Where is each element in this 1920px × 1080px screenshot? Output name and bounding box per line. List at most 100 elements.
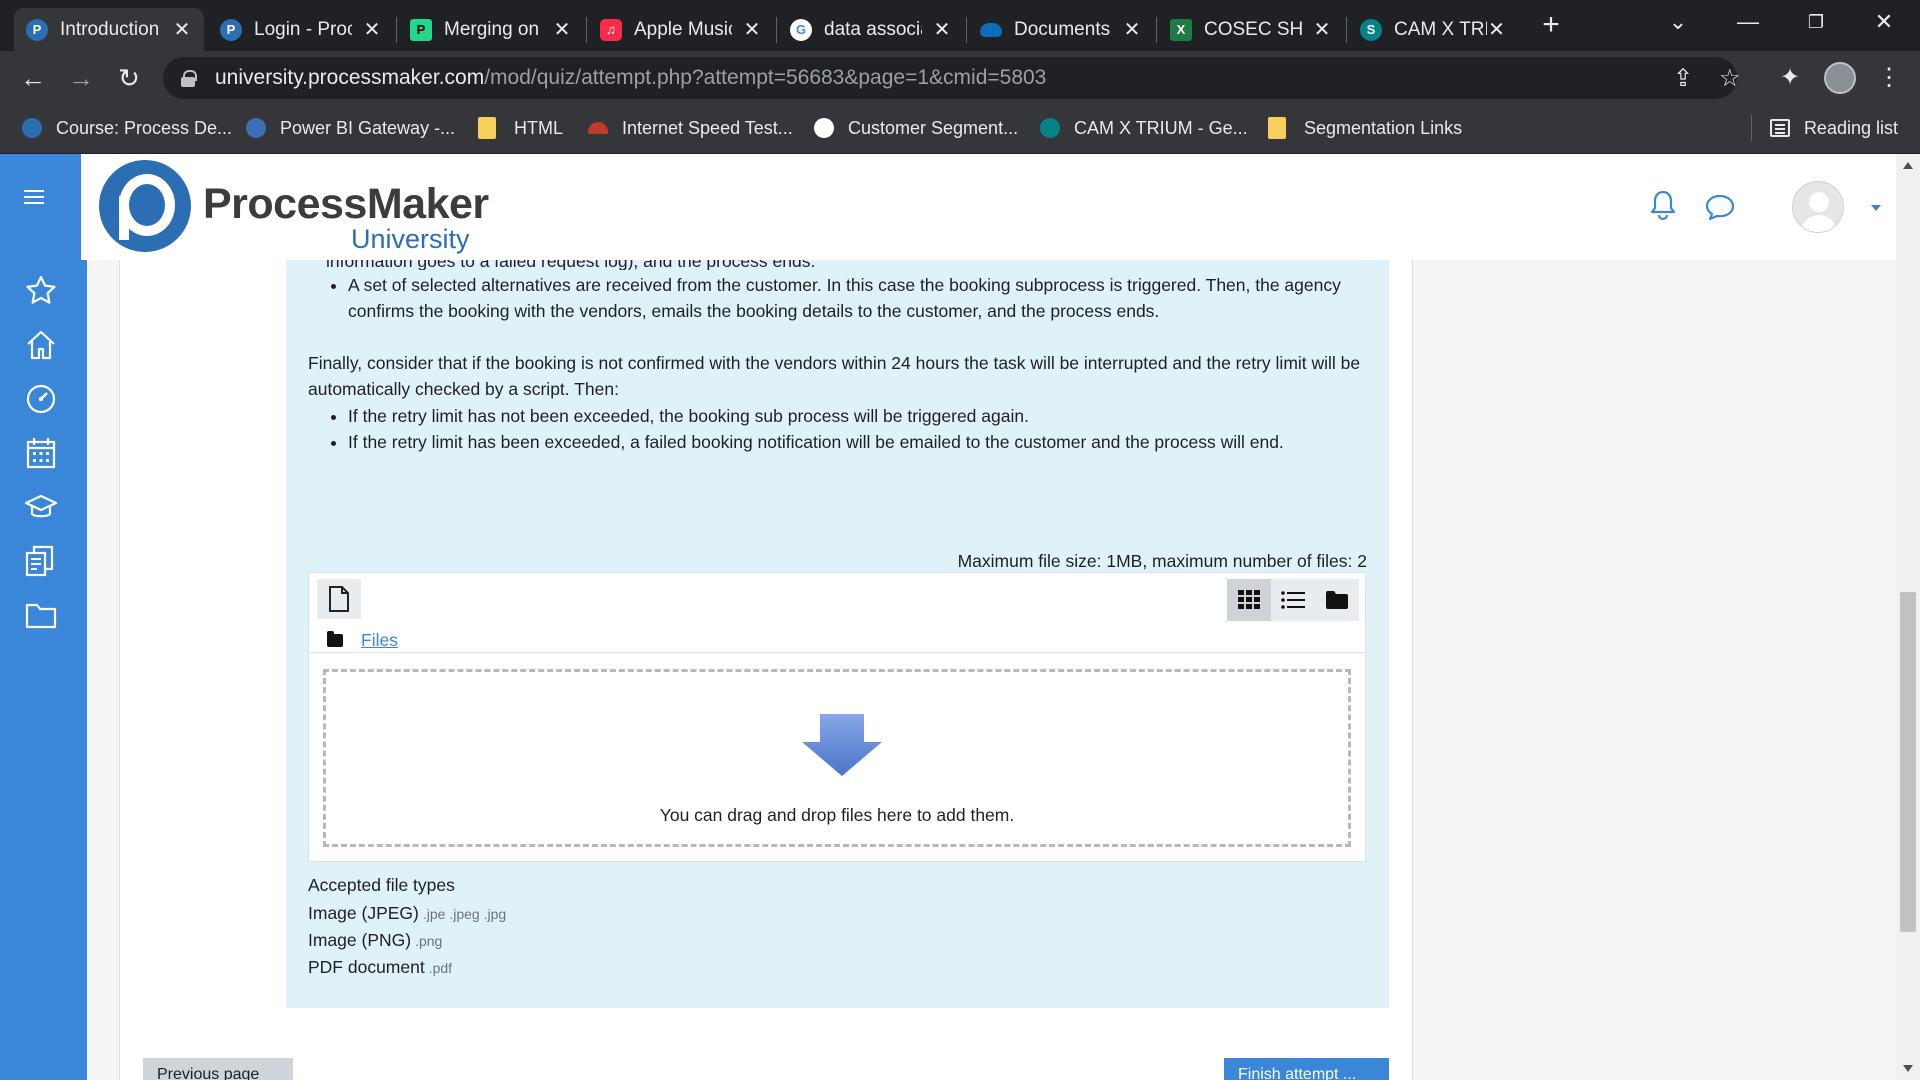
sharepoint-icon: S <box>1360 18 1382 41</box>
list-item: If the retry limit has been exceeded, a … <box>348 429 1368 455</box>
add-file-button[interactable] <box>317 579 361 619</box>
user-avatar[interactable] <box>1792 181 1844 233</box>
finally-paragraph: Finally, consider that if the booking is… <box>308 353 1361 399</box>
folder-icon <box>1326 591 1348 609</box>
folder-icon <box>1268 117 1286 139</box>
dashboard-icon[interactable] <box>24 382 58 416</box>
onedrive-icon <box>980 22 1002 37</box>
list-item: A set of selected alternatives are recei… <box>348 272 1368 324</box>
hamburger-icon[interactable] <box>24 190 44 192</box>
star-icon[interactable] <box>24 274 58 308</box>
view-toggle-group <box>1227 579 1359 621</box>
file-path: Files <box>327 627 398 653</box>
bookmark-customer-segment[interactable]: Customer Segment... <box>814 105 1018 151</box>
close-tab-icon[interactable]: ✕ <box>932 17 952 42</box>
graduation-cap-icon[interactable] <box>24 490 58 524</box>
list-icon <box>1281 591 1305 609</box>
google-icon: G <box>790 18 812 41</box>
apple-music-icon: ♫ <box>600 18 622 41</box>
user-menu-caret-icon[interactable] <box>1871 205 1881 211</box>
processmaker-icon <box>22 118 42 138</box>
tab-data-association[interactable]: G data association ✕ <box>778 8 964 51</box>
tree-view-button[interactable] <box>1315 579 1359 621</box>
question-text: information goes to a failed request log… <box>286 251 1389 1008</box>
back-button[interactable]: ← <box>18 63 48 93</box>
extensions-icon[interactable]: ✦ <box>1775 63 1805 93</box>
tab-search-icon[interactable]: ⌄ <box>1658 6 1698 38</box>
drop-zone-text: You can drag and drop files here to add … <box>659 805 1015 825</box>
reading-list-icon <box>1769 119 1790 137</box>
bookmark-cam-x-trium[interactable]: CAM X TRIUM - Ge... <box>1040 105 1248 151</box>
logo-subtitle: University <box>351 224 470 254</box>
site-header: ProcessMaker University <box>81 154 1896 260</box>
processmaker-logo-icon[interactable] <box>99 160 191 252</box>
lock-icon[interactable] <box>181 70 197 87</box>
nav-drawer <box>0 154 87 1080</box>
folder-icon[interactable] <box>24 598 58 632</box>
bookmark-segmentation-links[interactable]: Segmentation Links <box>1268 105 1462 151</box>
reload-button[interactable]: ↻ <box>114 63 144 93</box>
bookmark-speed-test[interactable]: Internet Speed Test... <box>588 105 793 151</box>
tab-merging[interactable]: P Merging on ✕ <box>398 8 584 51</box>
folder-icon <box>478 117 496 139</box>
notification-bell-icon[interactable] <box>1647 189 1679 221</box>
scrollbar-thumb[interactable] <box>1900 592 1916 932</box>
list-item: Image (JPEG) .jpe .jpeg .jpg <box>308 903 507 923</box>
close-tab-icon[interactable]: ✕ <box>1122 17 1142 42</box>
file-drop-zone[interactable]: You can drag and drop files here to add … <box>323 669 1351 847</box>
close-window-button[interactable]: ✕ <box>1864 6 1904 38</box>
bookmark-power-bi[interactable]: Power BI Gateway -... <box>246 105 455 151</box>
browser-menu-icon[interactable]: ⋮ <box>1874 63 1904 93</box>
files-path-link[interactable]: Files <box>361 627 398 653</box>
pycharm-icon: P <box>410 18 432 41</box>
tab-login[interactable]: P Login - ProcessMaker ✕ <box>208 8 394 51</box>
list-view-button[interactable] <box>1271 579 1315 621</box>
bookmark-html[interactable]: HTML <box>478 105 563 151</box>
reading-list-button[interactable]: Reading list <box>1750 105 1898 151</box>
excel-icon: X <box>1170 18 1192 41</box>
restore-button[interactable]: ❐ <box>1796 6 1836 38</box>
minimize-button[interactable]: — <box>1728 6 1768 38</box>
home-icon[interactable] <box>24 328 58 362</box>
page-scrollbar[interactable] <box>1896 154 1920 1080</box>
bookmark-star-icon[interactable]: ☆ <box>1719 67 1741 91</box>
messages-icon[interactable] <box>1704 191 1736 223</box>
bookmark-course[interactable]: Course: Process De... <box>22 105 232 151</box>
logo-title: ProcessMaker <box>203 180 489 228</box>
tab-cam-x-trium[interactable]: S CAM X TRIUM ✕ <box>1348 8 1518 51</box>
previous-page-button[interactable]: Previous page <box>143 1058 293 1080</box>
address-bar[interactable]: university.processmaker.com/mod/quiz/att… <box>163 57 1741 99</box>
tab-apple-music[interactable]: ♫ Apple Music ✕ <box>588 8 774 51</box>
download-arrow-icon <box>802 714 882 776</box>
web-page: information goes to a failed request log… <box>0 154 1920 1080</box>
tab-introduction[interactable]: P Introduction ✕ <box>14 8 204 51</box>
forward-button[interactable]: → <box>66 63 96 93</box>
scroll-up-icon[interactable] <box>1903 162 1913 169</box>
alternatives-list: A set of selected alternatives are recei… <box>308 272 1368 324</box>
tab-cosec[interactable]: X COSEC SHARE ✕ <box>1158 8 1344 51</box>
file-icon <box>329 586 349 612</box>
upload-limits: Maximum file size: 1MB, maximum number o… <box>957 551 1367 571</box>
content-bank-icon[interactable] <box>24 544 58 578</box>
grid-view-button[interactable] <box>1227 579 1271 621</box>
close-tab-icon[interactable]: ✕ <box>1487 17 1506 42</box>
bookmarks-bar: Course: Process De... Power BI Gateway -… <box>0 105 1920 154</box>
close-tab-icon[interactable]: ✕ <box>1312 17 1332 42</box>
scroll-down-icon[interactable] <box>1903 1065 1913 1072</box>
browser-toolbar: ← → ↻ university.processmaker.com/mod/qu… <box>0 51 1920 105</box>
speedtest-icon <box>588 122 608 134</box>
calendar-icon[interactable] <box>24 436 58 470</box>
list-item: Image (PNG) .png <box>308 930 443 950</box>
github-icon <box>814 118 834 138</box>
close-tab-icon[interactable]: ✕ <box>742 17 762 42</box>
tab-documents[interactable]: Documents ✕ <box>968 8 1154 51</box>
finish-attempt-button[interactable]: Finish attempt ... <box>1224 1058 1389 1080</box>
close-tab-icon[interactable]: ✕ <box>172 17 192 42</box>
share-icon[interactable]: ⇪ <box>1673 67 1693 91</box>
grid-icon <box>1238 590 1260 609</box>
profile-avatar[interactable] <box>1824 62 1856 94</box>
browser-tab-strip: P Introduction ✕ P Login - ProcessMaker … <box>0 0 1920 51</box>
close-tab-icon[interactable]: ✕ <box>552 17 572 42</box>
new-tab-button[interactable]: + <box>1536 10 1566 40</box>
close-tab-icon[interactable]: ✕ <box>362 17 382 42</box>
